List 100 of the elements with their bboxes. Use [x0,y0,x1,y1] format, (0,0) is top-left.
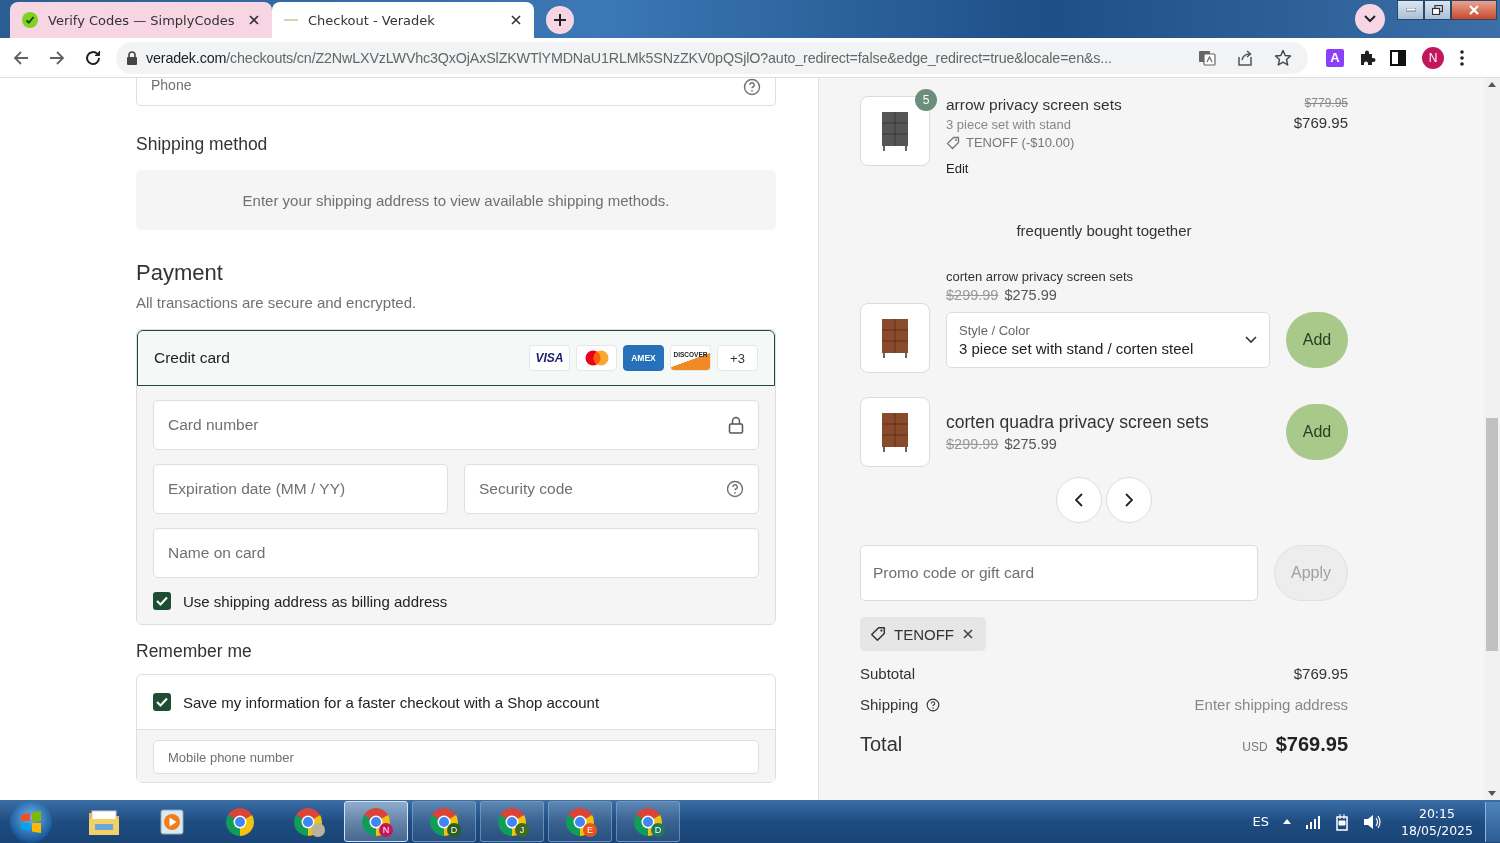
card-brand-logo: AMEX [623,345,664,371]
product-name: corten quadra privacy screen sets [946,412,1210,433]
new-tab-button[interactable] [546,6,574,34]
compare-price: $299.99 [946,287,999,303]
taskbar-app-button[interactable]: J [480,801,544,842]
side-panel-icon [1390,49,1406,66]
taskbar-app-button[interactable]: D [616,801,680,842]
checkbox[interactable] [153,592,171,610]
minimize-button[interactable] [1397,0,1424,20]
scroll-down-arrow-icon[interactable] [1488,791,1496,796]
close-icon [1469,5,1479,15]
windows-logo-icon [20,810,42,833]
menu-icon [1460,49,1464,66]
shipping-methods-notice: Enter your shipping address to view available shipping methods. [136,170,776,230]
scrollbar-thumb[interactable] [1486,418,1498,651]
speaker-icon[interactable] [1362,813,1381,830]
restore-button[interactable] [1424,0,1451,20]
signal-icon[interactable] [1304,814,1321,829]
product-price: $275.99 [1004,436,1057,452]
forward-icon [48,48,66,67]
cabinet-icon [880,411,910,453]
minimize-icon [1405,8,1416,12]
show-hidden-icons-button[interactable] [1282,819,1291,824]
profile-badge: D [447,823,461,837]
summary-value: Enter shipping address [1194,696,1348,713]
translate-icon [1198,48,1216,67]
chevron-down-icon [1245,335,1257,344]
restore-icon [1432,5,1443,15]
card-number-field[interactable]: Card number [153,400,759,450]
tag-icon [870,626,886,642]
url-text: veradek.com/checkouts/cn/Z2NwLXVzLWVhc3QxOjAxSlZKWTlYMDNaU1RLMk5SNzZKV0pQSjlO?auto_redirect=false&edge_redirect=true&locale=en&s... [146,49,1113,66]
total-label: Total [860,733,903,756]
edit-link[interactable]: Edit [946,161,1278,176]
name-on-card-field[interactable]: Name on card [153,528,759,578]
language-indicator[interactable]: ES [1252,814,1269,829]
checkbox[interactable] [153,693,171,711]
section-heading: Shipping method [136,134,269,155]
currency-code: USD [1242,740,1268,754]
close-icon [962,628,974,640]
caret-up-icon [1282,819,1291,824]
close-icon [248,14,260,26]
profile-badge: D [651,823,665,837]
payment-subtitle: All transactions are secure and encrypted. [136,294,418,311]
lock-icon [126,50,138,65]
close-window-button[interactable] [1451,0,1497,20]
taskbar-app-button[interactable]: E [548,801,612,842]
cabinet-icon [880,317,910,359]
share-icon [1236,48,1254,67]
dash-icon [284,19,298,21]
taskbar-app-button[interactable]: D [412,801,476,842]
remove-code-button[interactable] [962,628,974,640]
browser-tab[interactable]: Checkout - Veradek [272,2,534,38]
profile-badge: J [515,823,529,837]
checkbox-label: Use shipping address as billing address [183,592,448,610]
lock-icon [728,416,744,434]
browser-icon [360,805,392,838]
card-brand-logo [576,345,617,371]
section-heading: Payment [136,260,224,286]
quantity-badge: 5 [915,89,937,111]
chevron-down-icon [1364,15,1376,23]
clock[interactable]: 20:15 18/05/2025 [1400,804,1473,839]
reload-icon [84,48,102,67]
summary-label: Subtotal [860,665,916,682]
scroll-up-arrow-icon[interactable] [1488,82,1496,87]
profile-avatar[interactable]: N [1422,46,1444,69]
summary-value: $769.95 [1293,665,1348,682]
cabinet-icon [880,110,910,152]
security-code-field[interactable]: Security code [464,464,759,514]
mobile-phone-field[interactable]: Mobile phone number [153,740,759,774]
close-icon [510,14,522,26]
expiration-date-field[interactable]: Expiration date (MM / YY) [153,464,448,514]
bookmark-star-icon [1274,48,1292,67]
puzzle-piece-icon [1358,48,1376,67]
help-icon [743,78,761,96]
product-name: corten arrow privacy screen sets [946,269,1135,284]
product-variant: 3 piece set with stand [946,117,1073,132]
product-name: arrow privacy screen sets [946,96,1123,114]
extension-button[interactable]: A [1322,44,1348,71]
compare-price: $299.99 [946,436,999,452]
checkbox-label: Save my information for a faster checkout with a Shop account [183,693,600,711]
product-price: $769.95 [1293,114,1348,131]
more-brands-count: +3 [717,345,758,371]
address-bar[interactable]: veradek.com/checkouts/cn/Z2NwLXVzLWVhc3QxOjAxSlZKWTlYMDNaU1RLMk5SNzZKV0pQSjlO?auto_redirect=false&edge_redirect=true&locale=en&s... [116,41,1308,74]
back-icon [12,48,30,67]
taskbar-app-button[interactable]: N [344,801,408,842]
browser-tab[interactable]: Verify Codes — SimplyCodes [10,2,272,38]
media-player-icon [157,806,187,837]
discount-code: TENOFF (-$10.00) [966,135,1075,150]
add-button[interactable]: Add [1286,404,1348,460]
phone-field[interactable]: Phone [136,78,776,106]
tag-icon [946,135,960,150]
power-plug-icon[interactable] [1334,812,1349,831]
applied-code-tag: TENOFF [860,617,986,651]
promo-code-field[interactable]: Promo code or gift card [860,545,1258,601]
style-color-select[interactable]: Style / Color 3 piece set with stand / corten steel [946,311,1270,368]
start-button[interactable] [10,800,52,843]
help-icon [926,697,941,712]
add-button[interactable]: Add [1286,311,1348,368]
plus-icon [553,13,567,27]
tab-search-button[interactable] [1355,4,1385,34]
